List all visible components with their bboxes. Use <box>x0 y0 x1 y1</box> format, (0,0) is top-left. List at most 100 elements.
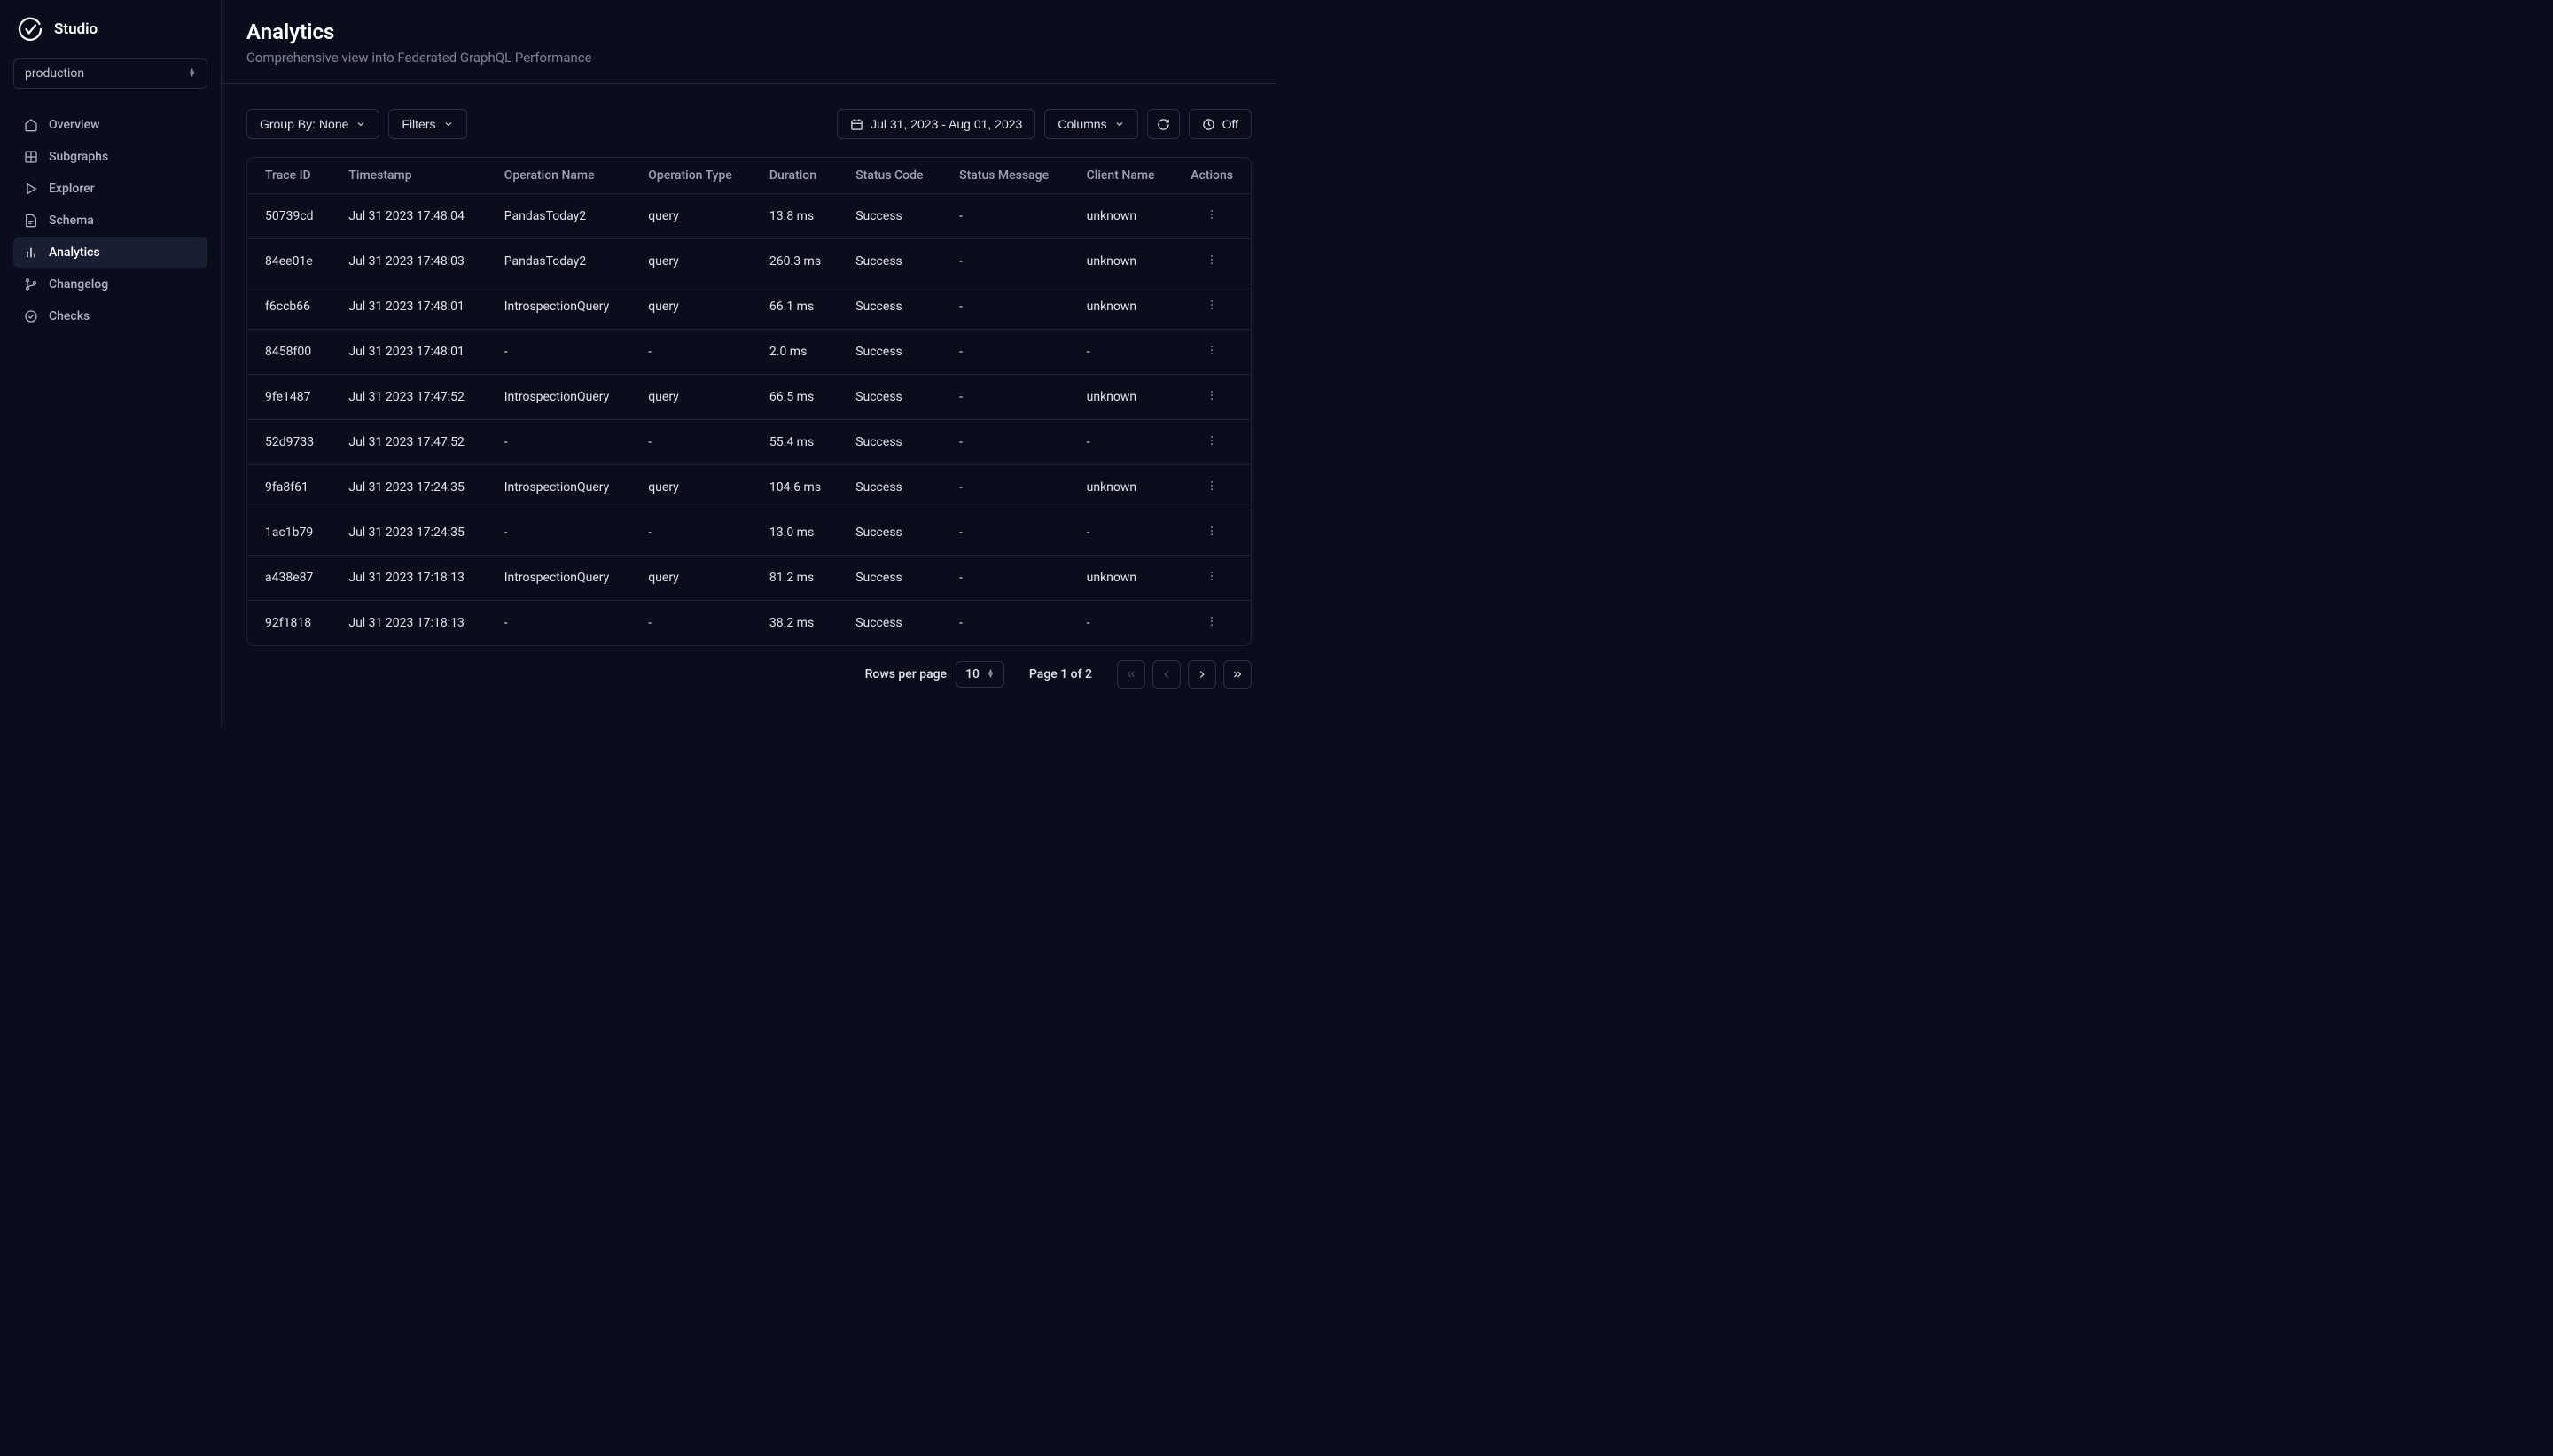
table-row[interactable]: a438e87Jul 31 2023 17:18:13Introspection… <box>247 556 1251 601</box>
sidebar-item-checks[interactable]: Checks <box>13 301 207 331</box>
auto-refresh-toggle[interactable]: Off <box>1189 109 1252 139</box>
cell-duration: 2.0 ms <box>755 330 841 375</box>
col-status-message[interactable]: Status Message <box>945 158 1073 194</box>
table-row[interactable]: 84ee01eJul 31 2023 17:48:03PandasToday2q… <box>247 239 1251 284</box>
cell-trace-id: 8458f00 <box>247 330 334 375</box>
toolbar: Group By: None Filters Jul 31, 2023 - Au… <box>246 109 1252 139</box>
table-row[interactable]: 8458f00Jul 31 2023 17:48:01--2.0 msSucce… <box>247 330 1251 375</box>
cell-client-name: unknown <box>1073 284 1177 330</box>
cell-status-message: - <box>945 420 1073 465</box>
group-by-label: Group By: None <box>260 117 348 131</box>
cell-operation-name: IntrospectionQuery <box>490 375 634 420</box>
col-operation-name[interactable]: Operation Name <box>490 158 634 194</box>
row-actions-button[interactable] <box>1200 523 1223 544</box>
col-duration[interactable]: Duration <box>755 158 841 194</box>
table-row[interactable]: 50739cdJul 31 2023 17:48:04PandasToday2q… <box>247 194 1251 239</box>
col-client-name[interactable]: Client Name <box>1073 158 1177 194</box>
cell-status-code: Success <box>841 510 945 556</box>
nav-label: Analytics <box>49 245 100 260</box>
prev-page-button[interactable] <box>1152 660 1181 689</box>
chevron-down-icon <box>443 119 454 129</box>
refresh-button[interactable] <box>1147 109 1180 139</box>
chevron-left-icon <box>1160 668 1173 681</box>
cell-duration: 66.1 ms <box>755 284 841 330</box>
last-page-button[interactable] <box>1223 660 1252 689</box>
cell-actions <box>1176 239 1251 284</box>
table-row[interactable]: 1ac1b79Jul 31 2023 17:24:35--13.0 msSucc… <box>247 510 1251 556</box>
nav: Overview Subgraphs Explorer Schema Analy… <box>13 110 207 331</box>
refresh-icon <box>1157 118 1170 131</box>
cell-client-name: - <box>1073 420 1177 465</box>
sidebar-item-overview[interactable]: Overview <box>13 110 207 140</box>
sidebar-item-explorer[interactable]: Explorer <box>13 174 207 204</box>
more-vertical-icon <box>1206 299 1218 311</box>
col-operation-type[interactable]: Operation Type <box>634 158 755 194</box>
calendar-icon <box>850 118 863 131</box>
cell-status-code: Success <box>841 194 945 239</box>
cell-client-name: unknown <box>1073 465 1177 510</box>
nav-label: Schema <box>49 214 94 228</box>
sidebar-item-subgraphs[interactable]: Subgraphs <box>13 142 207 172</box>
next-page-button[interactable] <box>1188 660 1216 689</box>
nav-label: Explorer <box>49 182 95 196</box>
col-trace-id[interactable]: Trace ID <box>247 158 334 194</box>
row-actions-button[interactable] <box>1200 342 1223 363</box>
page-controls <box>1117 660 1252 689</box>
sidebar-item-schema[interactable]: Schema <box>13 206 207 236</box>
cell-actions <box>1176 510 1251 556</box>
file-icon <box>24 214 38 228</box>
columns-button[interactable]: Columns <box>1044 109 1137 139</box>
filters-button[interactable]: Filters <box>388 109 466 139</box>
row-actions-button[interactable] <box>1200 297 1223 318</box>
cell-operation-type: - <box>634 330 755 375</box>
sidebar: Studio production ▲▼ Overview Subgraphs … <box>0 0 222 728</box>
row-actions-button[interactable] <box>1200 478 1223 499</box>
table-row[interactable]: f6ccb66Jul 31 2023 17:48:01Introspection… <box>247 284 1251 330</box>
cell-duration: 13.8 ms <box>755 194 841 239</box>
row-actions-button[interactable] <box>1200 206 1223 228</box>
group-by-button[interactable]: Group By: None <box>246 109 379 139</box>
environment-select[interactable]: production ▲▼ <box>13 58 207 89</box>
date-range-button[interactable]: Jul 31, 2023 - Aug 01, 2023 <box>837 109 1035 139</box>
sidebar-item-changelog[interactable]: Changelog <box>13 269 207 300</box>
nav-label: Changelog <box>49 277 108 292</box>
cell-status-code: Success <box>841 330 945 375</box>
cell-client-name: unknown <box>1073 556 1177 601</box>
table-row[interactable]: 92f1818Jul 31 2023 17:18:13--38.2 msSucc… <box>247 601 1251 646</box>
chevrons-right-icon <box>1231 668 1244 681</box>
col-timestamp[interactable]: Timestamp <box>334 158 489 194</box>
cell-operation-type: - <box>634 420 755 465</box>
rows-per-page-label: Rows per page <box>865 667 947 681</box>
cell-timestamp: Jul 31 2023 17:18:13 <box>334 601 489 646</box>
chevrons-left-icon <box>1125 668 1137 681</box>
cell-actions <box>1176 375 1251 420</box>
row-actions-button[interactable] <box>1200 613 1223 635</box>
pagination: Rows per page 10 ▲▼ Page 1 of 2 <box>246 660 1252 689</box>
cell-operation-type: - <box>634 510 755 556</box>
row-actions-button[interactable] <box>1200 568 1223 589</box>
cell-client-name: unknown <box>1073 239 1177 284</box>
cell-status-code: Success <box>841 601 945 646</box>
page-size-select[interactable]: 10 ▲▼ <box>956 661 1004 688</box>
page-header: Analytics Comprehensive view into Federa… <box>222 0 1276 84</box>
table-row[interactable]: 9fa8f61Jul 31 2023 17:24:35Introspection… <box>247 465 1251 510</box>
cell-timestamp: Jul 31 2023 17:47:52 <box>334 420 489 465</box>
row-actions-button[interactable] <box>1200 432 1223 454</box>
first-page-button[interactable] <box>1117 660 1145 689</box>
col-status-code[interactable]: Status Code <box>841 158 945 194</box>
row-actions-button[interactable] <box>1200 252 1223 273</box>
traces-table-wrap: Trace ID Timestamp Operation Name Operat… <box>246 157 1252 646</box>
rows-per-page: Rows per page 10 ▲▼ <box>865 661 1004 688</box>
table-row[interactable]: 9fe1487Jul 31 2023 17:47:52Introspection… <box>247 375 1251 420</box>
table-row[interactable]: 52d9733Jul 31 2023 17:47:52--55.4 msSucc… <box>247 420 1251 465</box>
chevron-down-icon <box>1114 119 1125 129</box>
row-actions-button[interactable] <box>1200 387 1223 409</box>
traces-table: Trace ID Timestamp Operation Name Operat… <box>247 158 1251 645</box>
cell-actions <box>1176 194 1251 239</box>
cell-trace-id: 1ac1b79 <box>247 510 334 556</box>
nav-label: Checks <box>49 309 90 323</box>
bar-chart-icon <box>24 245 38 260</box>
cell-timestamp: Jul 31 2023 17:48:01 <box>334 284 489 330</box>
sidebar-item-analytics[interactable]: Analytics <box>13 237 207 268</box>
cell-duration: 81.2 ms <box>755 556 841 601</box>
